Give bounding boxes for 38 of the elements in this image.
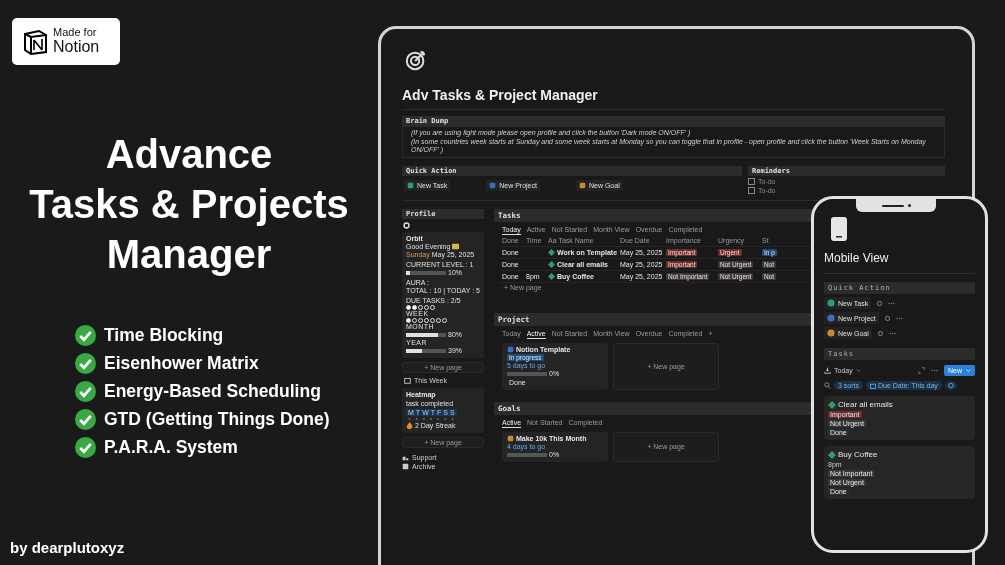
download-icon	[824, 367, 831, 374]
checkbox[interactable]	[748, 186, 755, 194]
headline-line: Manager	[106, 231, 272, 278]
diamond-icon	[828, 450, 836, 459]
year-bar	[406, 348, 446, 353]
settings-chip[interactable]	[944, 381, 957, 390]
caret-icon	[966, 368, 971, 373]
expand-icon[interactable]	[918, 367, 925, 374]
feature-label: Eisenhower Matrix	[104, 353, 259, 374]
more-icon[interactable]	[931, 367, 938, 374]
headline-line: Advance	[105, 131, 273, 178]
feature-label: P.A.R.A. System	[104, 437, 238, 458]
page-title: Adv Tasks & Project Manager	[402, 87, 599, 103]
target-icon	[405, 49, 427, 71]
card-title: Clear all emails	[838, 400, 893, 409]
badge-caption: Made for	[53, 27, 98, 39]
headline-line: Tasks & Projects	[29, 181, 349, 228]
calendar-icon	[870, 382, 876, 389]
level-bar	[406, 270, 446, 275]
calendar-icon	[404, 376, 411, 384]
search-icon[interactable]	[824, 382, 831, 389]
diamond-icon	[828, 400, 836, 409]
cube-logo-icon	[22, 28, 48, 55]
page-title: Mobile View	[824, 251, 890, 265]
checkbox[interactable]	[748, 177, 755, 185]
archive-icon	[402, 462, 409, 470]
flame-icon	[406, 422, 413, 429]
phone-icon	[831, 217, 847, 241]
caret-icon	[855, 368, 861, 373]
emoji-icon	[452, 243, 460, 250]
author-credit: by dearplutoxyz	[10, 539, 125, 556]
heatmap-grid	[406, 416, 456, 421]
month-bar	[406, 332, 446, 337]
feature-label: GTD (Getting Things Done)	[104, 409, 330, 430]
feature-label: Time Blocking	[104, 325, 224, 346]
card-title: Buy Coffee	[838, 450, 878, 459]
badge-title: Notion	[53, 38, 100, 56]
feature-label: Energy-Based Scheduling	[104, 381, 321, 402]
